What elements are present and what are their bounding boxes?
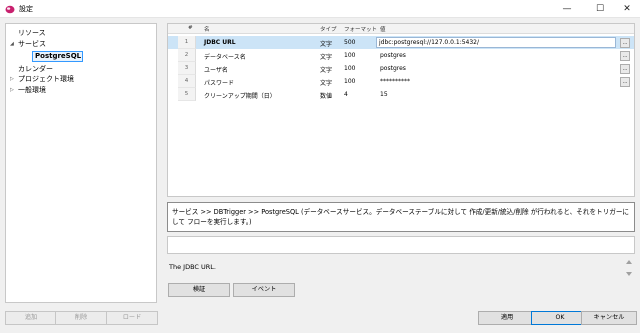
- column-header-format: フォーマット: [344, 27, 378, 33]
- verify-button[interactable]: 検証: [168, 283, 230, 297]
- row-format: 100: [344, 52, 356, 59]
- tree-item-general-env[interactable]: 一般環境: [18, 85, 46, 95]
- row-number: 1: [178, 36, 196, 49]
- row-format: 100: [344, 78, 356, 85]
- app-icon: [5, 5, 15, 14]
- row-name: クリーンアップ期間（日）: [204, 93, 276, 100]
- row-name: ユーザ名: [204, 67, 228, 74]
- property-table: # 名 タイプ フォーマット 値 1 JDBC URL 文字 500 jdbc:…: [167, 23, 635, 197]
- row-edit-button[interactable]: ...: [620, 51, 630, 61]
- row-value[interactable]: postgres: [380, 65, 406, 72]
- column-header-type: タイプ: [320, 27, 337, 33]
- delete-button[interactable]: 削除: [55, 311, 107, 325]
- help-text: The JDBC URL.: [167, 258, 635, 278]
- expand-arrow-icon[interactable]: ◢: [10, 41, 14, 47]
- window-title: 設定: [19, 5, 33, 13]
- row-number: 3: [178, 62, 196, 75]
- row-type: 数値: [320, 93, 333, 100]
- event-button[interactable]: イベント: [233, 283, 295, 297]
- row-type: 文字: [320, 54, 333, 61]
- row-format: 100: [344, 65, 356, 72]
- table-row[interactable]: 1 JDBC URL 文字 500 jdbc:postgresql://127.…: [168, 36, 634, 49]
- table-row[interactable]: 5 クリーンアップ期間（日） 数値 4 15: [168, 88, 634, 101]
- row-format: 4: [344, 91, 348, 98]
- tree-item-resources[interactable]: リソース: [18, 28, 46, 38]
- settings-tree[interactable]: リソース ◢ サービス PostgreSQL カレンダー ▷ プロジェクト環境 …: [5, 23, 157, 303]
- add-button[interactable]: 追加: [5, 311, 57, 325]
- row-name: パスワード: [204, 80, 235, 87]
- row-number: 4: [178, 75, 196, 88]
- table-row[interactable]: 2 データベース名 文字 100 postgres ...: [168, 49, 634, 62]
- row-number: 5: [178, 88, 196, 101]
- row-value[interactable]: **********: [380, 78, 410, 85]
- row-type: 文字: [320, 80, 333, 87]
- scroll-arrows-icon[interactable]: [625, 258, 633, 278]
- row-edit-button[interactable]: ...: [620, 64, 630, 74]
- column-header-name: 名: [204, 27, 210, 33]
- service-description: サービス >> DBTrigger >> PostgreSQL (データベースサ…: [167, 202, 635, 232]
- maximize-button[interactable]: ☐: [585, 0, 615, 18]
- load-button[interactable]: ロード: [106, 311, 158, 325]
- table-row[interactable]: 4 パスワード 文字 100 ********** ...: [168, 75, 634, 88]
- row-type: 文字: [320, 67, 333, 74]
- minimize-button[interactable]: —: [552, 0, 582, 18]
- row-number: 2: [178, 49, 196, 62]
- cancel-button[interactable]: キャンセル: [581, 311, 637, 325]
- row-value[interactable]: 15: [380, 91, 388, 98]
- column-header-value: 値: [380, 27, 386, 33]
- table-header: # 名 タイプ フォーマット 値: [168, 24, 634, 34]
- apply-button[interactable]: 適用: [478, 311, 536, 325]
- collapse-arrow-icon[interactable]: ▷: [10, 87, 14, 93]
- table-row[interactable]: 3 ユーザ名 文字 100 postgres ...: [168, 62, 634, 75]
- row-type: 文字: [320, 41, 333, 48]
- title-bar: 設定 — ☐ ✕: [0, 0, 640, 18]
- jdbc-url-input[interactable]: jdbc:postgresql://127.0.0.1:5432/: [376, 37, 616, 48]
- row-format: 500: [344, 39, 356, 46]
- tree-item-project-env[interactable]: プロジェクト環境: [18, 74, 74, 84]
- column-header-number: #: [188, 25, 193, 31]
- row-name: JDBC URL: [204, 39, 236, 46]
- close-button[interactable]: ✕: [612, 0, 640, 18]
- row-name: データベース名: [204, 54, 246, 61]
- row-edit-button[interactable]: ...: [620, 38, 630, 48]
- tree-item-postgresql[interactable]: PostgreSQL: [35, 52, 81, 60]
- row-value[interactable]: postgres: [380, 52, 406, 59]
- value-edit-field[interactable]: [167, 236, 635, 254]
- collapse-arrow-icon[interactable]: ▷: [10, 76, 14, 82]
- tree-item-calendar[interactable]: カレンダー: [18, 64, 53, 74]
- tree-item-services[interactable]: サービス: [18, 39, 46, 49]
- row-edit-button[interactable]: ...: [620, 77, 630, 87]
